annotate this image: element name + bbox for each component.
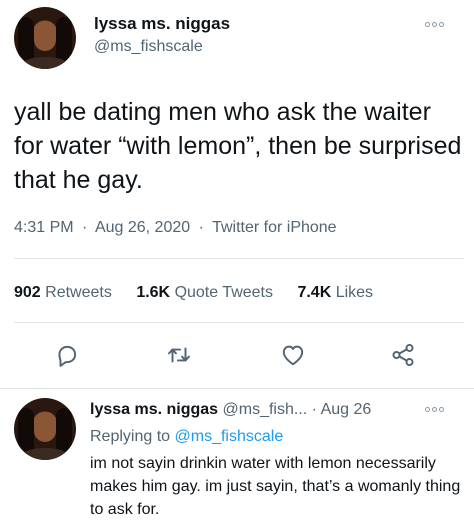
divider — [14, 322, 464, 323]
tweet-timestamp[interactable]: 4:31 PM · Aug 26, 2020 · Twitter for iPh… — [14, 219, 337, 237]
tweet-date[interactable]: Aug 26, 2020 — [95, 219, 190, 236]
likes-stat[interactable]: 7.4K Likes — [297, 284, 373, 301]
more-options-icon[interactable] — [425, 22, 444, 27]
reply-more-options-icon[interactable] — [425, 407, 444, 412]
reply-button[interactable] — [52, 340, 82, 370]
engagement-stats: 902 Retweets 1.6K Quote Tweets 7.4K Like… — [14, 284, 393, 302]
replying-to-mention[interactable]: @ms_fishscale — [175, 428, 284, 445]
avatar-face — [34, 21, 56, 51]
reply-author-handle[interactable]: @ms_fish... — [223, 401, 308, 418]
reply-author-name[interactable]: lyssa ms. niggas — [90, 401, 218, 418]
tweet-time[interactable]: 4:31 PM — [14, 219, 74, 236]
likes-label: Likes — [335, 284, 374, 301]
reply-text: im not sayin drinkin water with lemon ne… — [90, 455, 461, 518]
reply-date[interactable]: Aug 26 — [321, 401, 372, 418]
replying-to-label: Replying to — [90, 428, 171, 445]
like-icon — [282, 345, 304, 366]
reply-icon — [58, 345, 77, 367]
tweet-source[interactable]: Twitter for iPhone — [212, 219, 337, 236]
reply-author-avatar[interactable] — [14, 398, 76, 460]
author-handle[interactable]: @ms_fishscale — [94, 38, 203, 56]
author-avatar[interactable] — [14, 7, 76, 69]
thread-divider — [0, 388, 474, 389]
quote-tweets-label: Quote Tweets — [174, 284, 273, 301]
retweets-label: Retweets — [45, 284, 112, 301]
likes-count: 7.4K — [297, 284, 332, 301]
replying-to: Replying to @ms_fishscale — [90, 428, 283, 446]
avatar-shirt — [20, 57, 70, 69]
retweets-count: 902 — [14, 284, 41, 301]
tweet-action-bar — [0, 340, 474, 370]
retweet-icon — [168, 347, 190, 363]
quote-tweets-stat[interactable]: 1.6K Quote Tweets — [136, 284, 273, 301]
share-button[interactable] — [388, 340, 418, 370]
reply-separator: · — [311, 401, 317, 418]
share-icon — [392, 343, 414, 367]
meta-separator: · — [198, 219, 204, 236]
divider — [14, 258, 464, 259]
reply-header: lyssa ms. niggas @ms_fish... · Aug 26 — [90, 401, 371, 419]
quote-tweets-count: 1.6K — [136, 284, 171, 301]
tweet-text: yall be dating men who ask the waiter fo… — [14, 98, 462, 194]
retweet-button[interactable] — [164, 340, 194, 370]
avatar-face — [34, 412, 56, 442]
retweets-stat[interactable]: 902 Retweets — [14, 284, 112, 301]
author-name[interactable]: lyssa ms. niggas — [94, 14, 230, 34]
avatar-shirt — [20, 448, 70, 460]
like-button[interactable] — [278, 340, 308, 370]
meta-separator: · — [82, 219, 88, 236]
